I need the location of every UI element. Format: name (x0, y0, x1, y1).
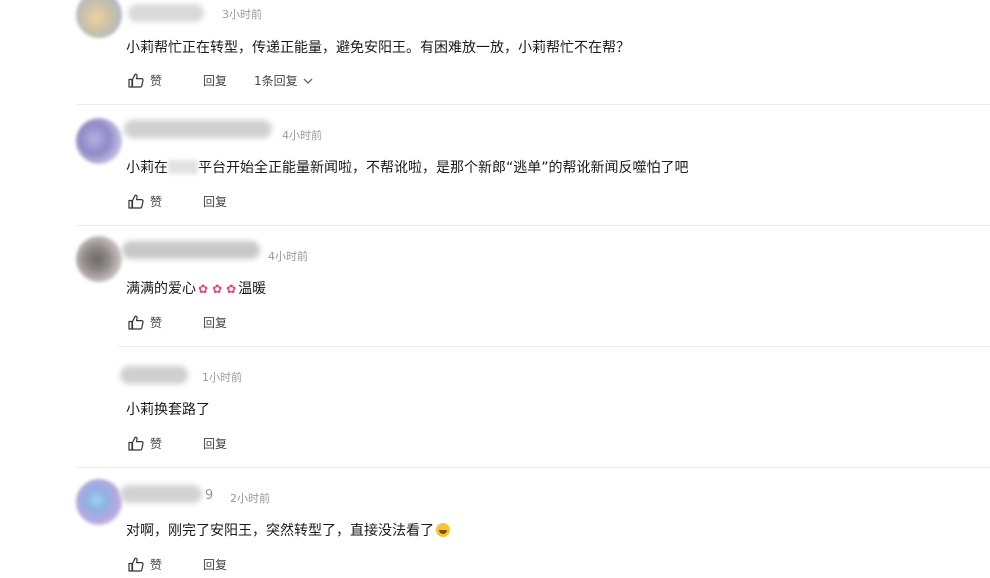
thumbs-up-icon (128, 73, 144, 88)
thumbs-up-icon (128, 194, 144, 209)
reply-button[interactable]: 回复 (203, 435, 227, 452)
comment-time: 1小时前 (202, 371, 242, 384)
like-button[interactable]: 赞 (128, 314, 162, 331)
username-blurred[interactable] (124, 120, 272, 138)
comment-time: 2小时前 (230, 492, 270, 505)
reply-label: 回复 (203, 437, 228, 451)
username-blurred[interactable] (120, 366, 188, 384)
comment-text-part: 满满的爱心 (126, 281, 196, 297)
chevron-down-icon (303, 78, 313, 84)
avatar[interactable] (76, 236, 122, 282)
username-blurred[interactable] (122, 241, 260, 259)
rose-emoji: ✿ (226, 282, 237, 296)
username-blurred[interactable] (128, 4, 204, 22)
comment-text-part: 对啊，刚完了安阳王，突然转型了，直接没法看了 (126, 523, 434, 539)
comment-time: 3小时前 (222, 8, 262, 21)
thumbs-up-icon (128, 557, 144, 572)
comment-time: 4小时前 (268, 250, 308, 263)
like-button[interactable]: 赞 (128, 435, 162, 452)
like-button[interactable]: 赞 (128, 72, 162, 89)
comment-item: 4小时前 满满的爱心 ✿ ✿ ✿ 温暖 赞 回复 (0, 226, 990, 347)
reply-label: 回复 (203, 195, 228, 209)
reply-button[interactable]: 回复 (203, 193, 227, 210)
rose-emoji: ✿ (198, 282, 209, 296)
reply-count-label: 1条回复 (254, 74, 298, 88)
comment-text-part: 平台开始全正能量新闻啦，不帮讹啦，是那个新郎“逃单”的帮讹新闻反噬怕了吧 (198, 160, 689, 176)
like-label: 赞 (150, 195, 163, 209)
comment-text: 满满的爱心 ✿ ✿ ✿ 温暖 (126, 278, 266, 298)
thumbs-up-icon (128, 436, 144, 451)
thumbs-up-icon (128, 315, 144, 330)
avatar[interactable] (76, 479, 122, 525)
expand-replies-button[interactable]: 1条回复 (254, 72, 313, 89)
reply-button[interactable]: 回复 (203, 314, 227, 331)
reply-label: 回复 (203, 316, 228, 330)
comment-text-part: 小莉在 (126, 160, 168, 176)
reply-label: 回复 (203, 74, 228, 88)
comment-time: 4小时前 (282, 129, 322, 142)
rose-emoji: ✿ (212, 282, 223, 296)
comment-text: 小莉换套路了 (126, 402, 210, 418)
reply-label: 回复 (203, 558, 228, 572)
username-blurred[interactable] (120, 485, 202, 503)
comment-text-part: 温暖 (238, 281, 267, 297)
reply-button[interactable]: 回复 (203, 556, 227, 573)
like-button[interactable]: 赞 (128, 193, 162, 210)
comment-text: 对啊，刚完了安阳王，突然转型了，直接没法看了 (126, 520, 450, 540)
username-tail: 9 (205, 488, 214, 503)
avatar[interactable] (76, 118, 122, 164)
like-label: 赞 (150, 316, 163, 330)
comment-item: 1小时前 小莉换套路了 赞 回复 (0, 347, 990, 468)
comment-item: 3小时前 小莉帮忙正在转型，传递正能量，避免安阳王。有困难放一放，小莉帮忙不在帮… (0, 0, 990, 105)
comment-item: 9 2小时前 对啊，刚完了安阳王，突然转型了，直接没法看了 赞 回复 (0, 468, 990, 578)
laugh-cry-emoji (436, 523, 450, 537)
like-label: 赞 (150, 74, 163, 88)
avatar[interactable] (76, 0, 122, 38)
comment-text: 小莉帮忙正在转型，传递正能量，避免安阳王。有困难放一放，小莉帮忙不在帮？ (126, 40, 630, 56)
reply-button[interactable]: 回复 (203, 72, 227, 89)
like-label: 赞 (150, 437, 163, 451)
comment-item: 4小时前 小莉在 平台开始全正能量新闻啦，不帮讹啦，是那个新郎“逃单”的帮讹新闻反… (0, 105, 990, 226)
like-button[interactable]: 赞 (128, 556, 162, 573)
like-label: 赞 (150, 558, 163, 572)
redaction-blur (168, 160, 198, 174)
comment-text: 小莉在 平台开始全正能量新闻啦，不帮讹啦，是那个新郎“逃单”的帮讹新闻反噬怕了吧 (126, 157, 689, 177)
